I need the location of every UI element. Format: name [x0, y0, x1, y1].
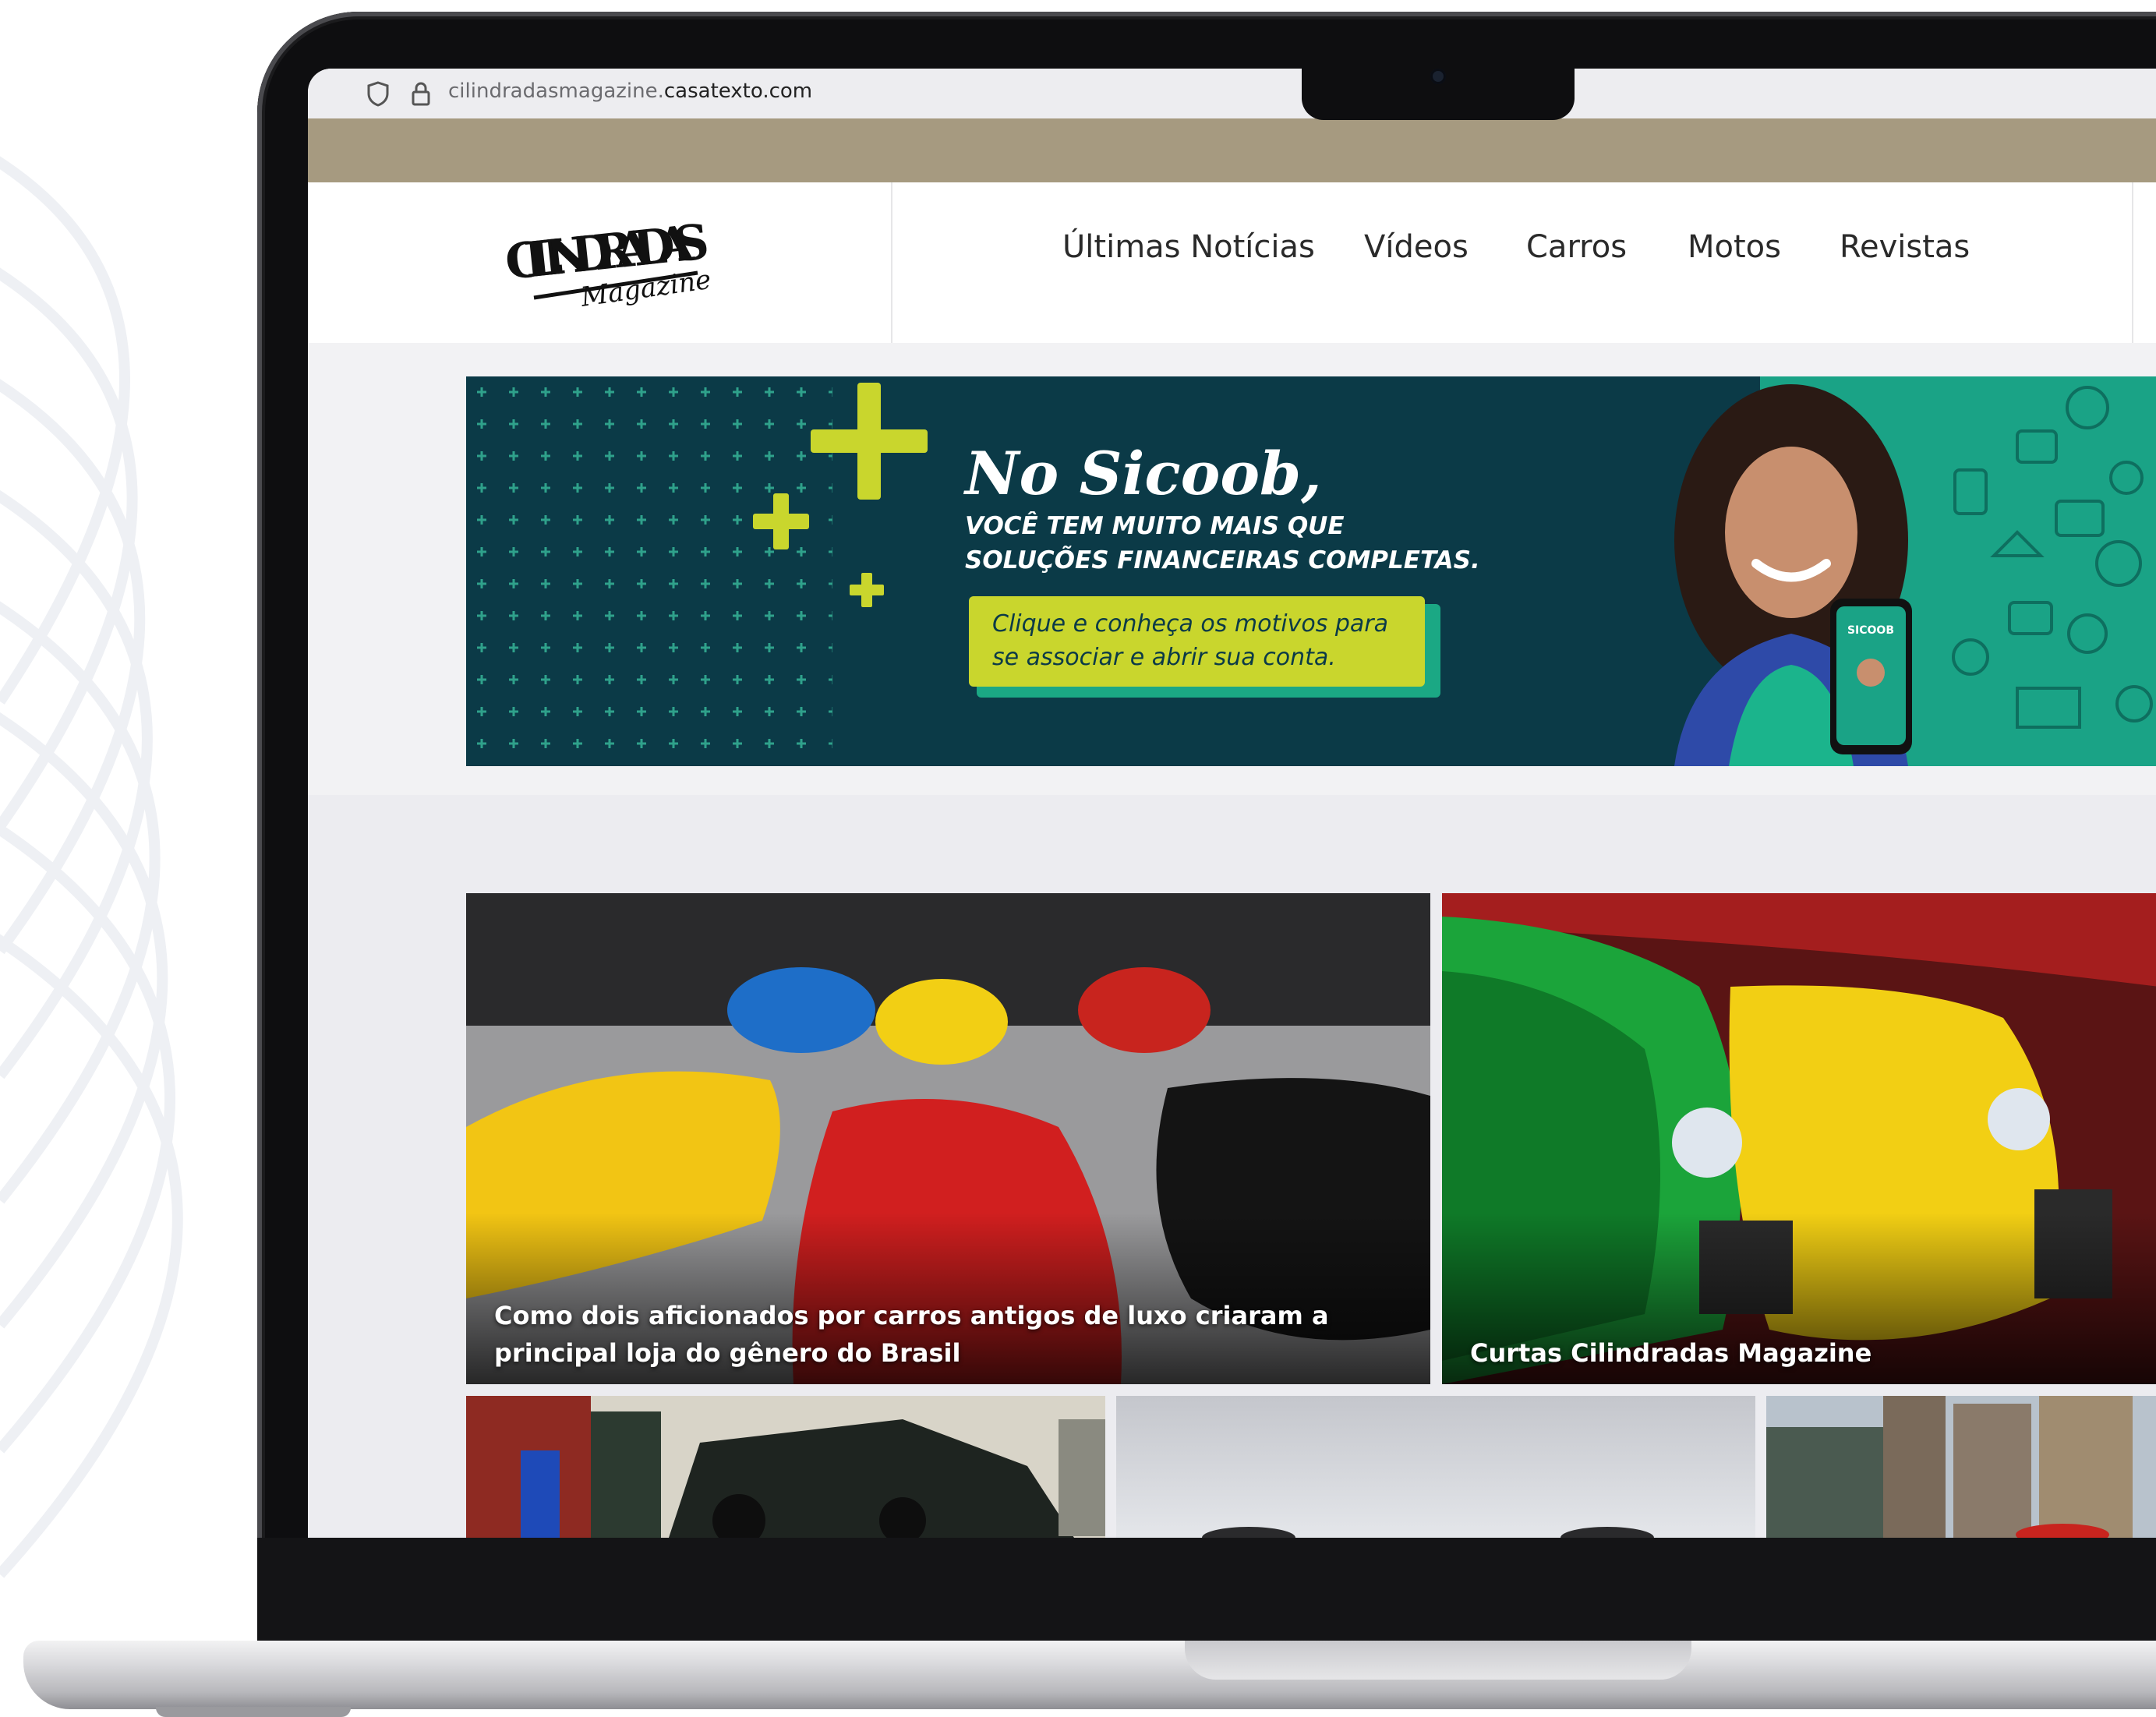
banner-subtitle-line1: VOCÊ TEM MUITO MAIS QUE	[965, 512, 1345, 540]
laptop-foot	[156, 1707, 351, 1717]
banner-title: No Sicoob,	[965, 439, 1322, 508]
article-card-silver[interactable]	[1116, 1396, 1755, 1538]
city-buildings-image	[1766, 1396, 2156, 1538]
sicoob-ad-banner[interactable]: No Sicoob, VOCÊ TEM MUITO MAIS QUE SOLUÇ…	[466, 376, 2156, 766]
article-title[interactable]: Como dois aficionados por carros antigos…	[494, 1297, 1402, 1372]
vintage-truck-garage-image	[466, 1396, 1105, 1538]
address-bar[interactable]: cilindradasmagazine.casatexto.com	[308, 69, 2156, 118]
svg-text:SICOOB: SICOOB	[1847, 624, 1894, 637]
article-title[interactable]: Curtas Cilindradas Magazine	[1470, 1334, 2131, 1372]
site-logo[interactable]: CILINDRADAS Magazine	[503, 214, 721, 315]
laptop-base	[23, 1641, 2156, 1709]
lower-bezel	[257, 1538, 2156, 1641]
featured-article-card-2[interactable]: Curtas Cilindradas Magazine	[1442, 893, 2156, 1384]
browser-screen: cilindradasmagazine.casatexto.com CILIND…	[308, 69, 2156, 1538]
url-text[interactable]: cilindradasmagazine.casatexto.com	[448, 79, 812, 103]
nav-revistas[interactable]: Revistas	[1840, 229, 1970, 265]
woman-with-phone-image: SICOOB	[1674, 384, 1912, 766]
banner-cta-button[interactable]: Clique e conheça os motivos para se asso…	[969, 596, 1425, 687]
shield-icon	[367, 81, 389, 107]
webcam-icon	[1430, 69, 1446, 84]
grey-studio-image	[1116, 1396, 1755, 1538]
banner-subtitle: VOCÊ TEM MUITO MAIS QUE SOLUÇÕES FINANCE…	[965, 509, 1511, 578]
article-card-city[interactable]	[1766, 1396, 2156, 1538]
article-card-garage[interactable]	[466, 1396, 1105, 1538]
nav-carros[interactable]: Carros	[1526, 229, 1627, 265]
nav-videos[interactable]: Vídeos	[1364, 229, 1469, 265]
header-divider-right	[2132, 182, 2133, 343]
site-header: CILINDRADAS Magazine Últimas Notícias Ví…	[308, 182, 2156, 343]
plus-signs-icon	[753, 383, 928, 607]
lock-icon	[412, 82, 430, 106]
trackpad-notch	[1185, 1641, 1691, 1680]
top-strip	[308, 118, 2156, 182]
featured-article-card-1[interactable]: Como dois aficionados por carros antigos…	[466, 893, 1430, 1384]
banner-subtitle-line2: SOLUÇÕES FINANCEIRAS COMPLETAS.	[965, 546, 1480, 574]
nav-motos[interactable]: Motos	[1688, 229, 1781, 265]
nav-ultimas-noticias[interactable]: Últimas Notícias	[1062, 229, 1315, 265]
header-divider	[891, 182, 892, 343]
cta-line2: se associar e abrir sua conta.	[992, 644, 1336, 671]
cta-line1: Clique e conheça os motivos para	[992, 610, 1389, 638]
